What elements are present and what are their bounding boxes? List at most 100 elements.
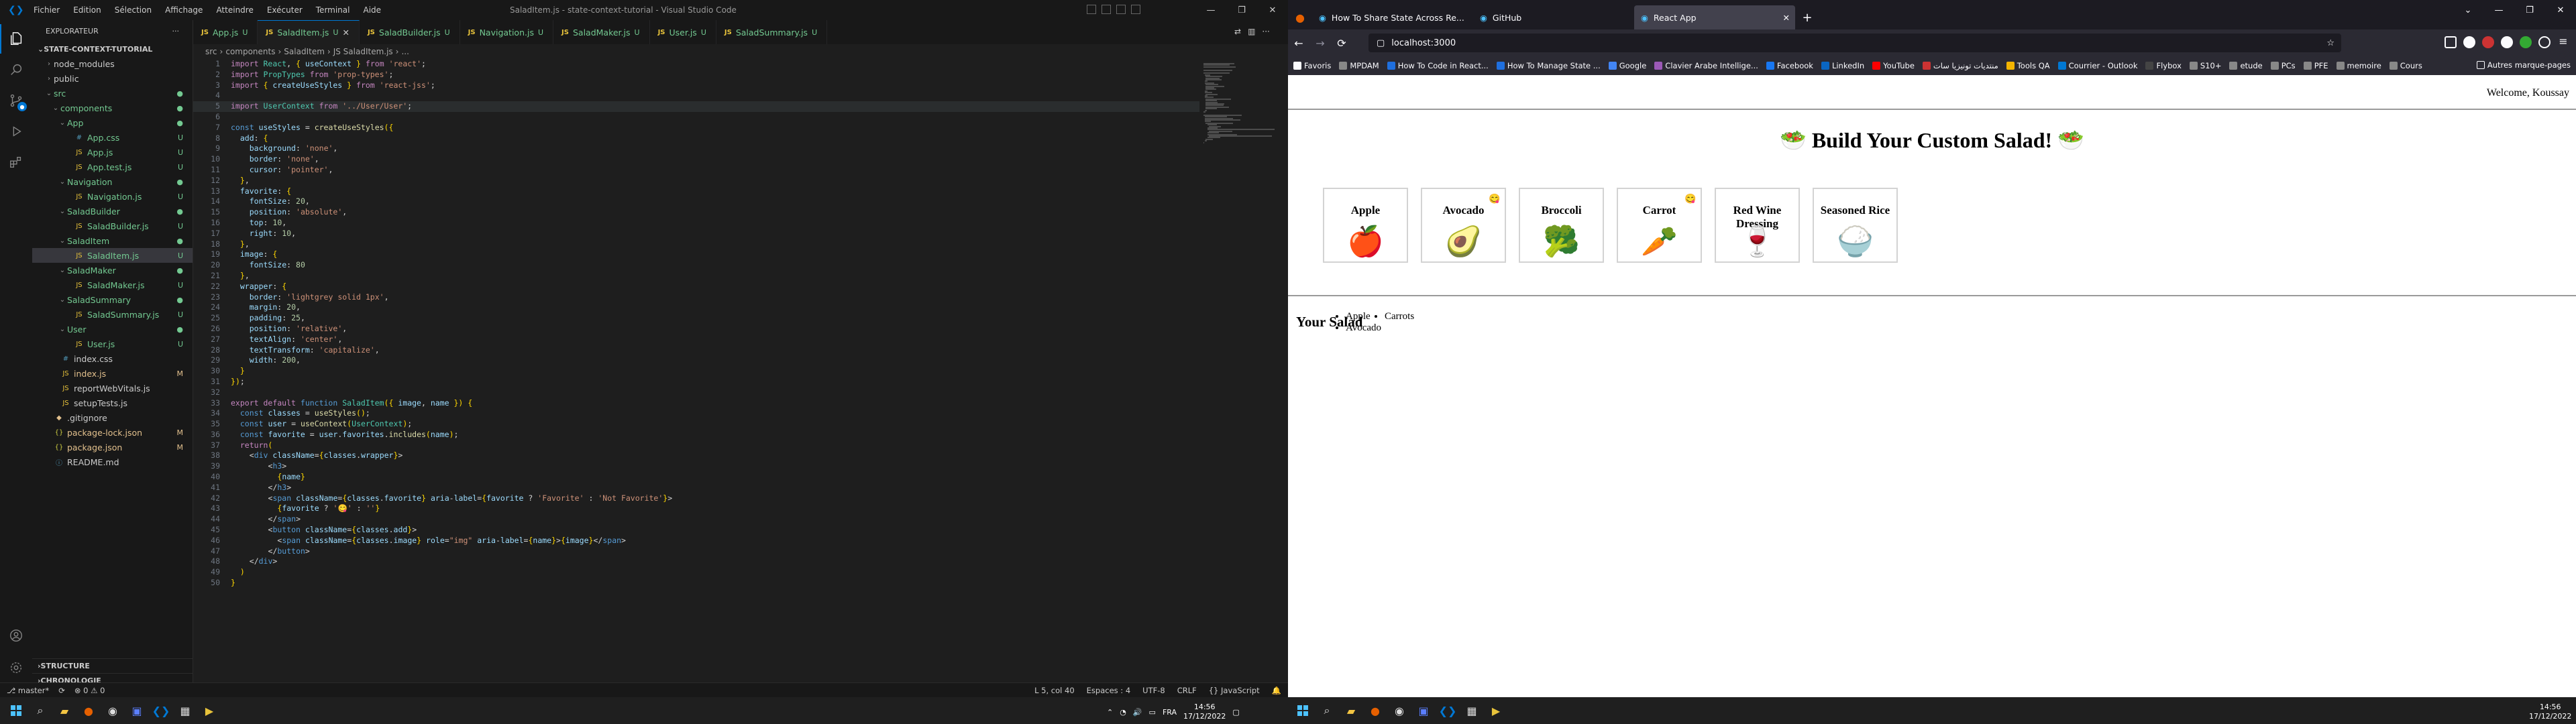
new-tab-button[interactable]: + [1795,5,1819,29]
bookmark-item[interactable]: Google [1608,61,1646,70]
tree-file[interactable]: JS SaladSummary.js U [32,307,193,322]
tree-folder[interactable]: ⌄ components ● [32,101,193,115]
add-item-button[interactable]: 🍚 [1837,225,1874,259]
encoding-status[interactable]: UTF-8 [1142,686,1165,695]
notifications-icon[interactable]: ▢ [1232,708,1239,717]
account-icon[interactable] [0,621,32,650]
wifi-icon[interactable]: ◔ [1120,708,1126,717]
clock[interactable]: 14:56 17/12/2022 [2529,703,2571,721]
minimize-icon[interactable]: — [1195,0,1226,20]
tree-file[interactable]: # App.css U [32,130,193,145]
app2-icon[interactable]: ▦ [173,699,197,723]
browser-tab[interactable]: ◉ React App ✕ [1634,5,1795,29]
menu-item[interactable]: Edition [66,5,108,15]
close-tab-icon[interactable]: ✕ [1783,13,1790,23]
firefox-view-icon[interactable]: ● [1288,5,1312,29]
tree-file[interactable]: JS SaladMaker.js U [32,278,193,292]
more-actions-icon[interactable]: ··· [1262,27,1269,36]
branch-status[interactable]: ⎇ master* [7,686,49,695]
restore-icon[interactable]: ❐ [2514,0,2545,20]
breadcrumb-item[interactable]: ... [401,47,409,56]
menu-icon[interactable]: ≡ [2557,36,2569,48]
editor-tab[interactable]: JS SaladSummary.js U [716,20,828,44]
add-item-button[interactable]: 🥦 [1543,225,1580,259]
search-icon[interactable] [0,55,32,84]
section-structure[interactable]: › STRUCTURE [32,658,193,673]
more-actions-icon[interactable]: ··· [172,27,180,36]
tree-file[interactable]: JS SaladBuilder.js U [32,219,193,233]
restore-icon[interactable]: ❐ [1226,0,1257,20]
menu-item[interactable]: Aide [356,5,388,15]
app2-icon[interactable]: ▦ [1460,699,1484,723]
tree-folder[interactable]: ⌄ src ● [32,86,193,101]
clock[interactable]: 14:56 17/12/2022 [1183,703,1226,721]
bookmark-item[interactable]: منتديات تونيزيا سات [1922,61,1998,70]
search-icon[interactable]: ⌕ [28,699,52,723]
browser-tab[interactable]: ◉ How To Share State Across Re... [1312,5,1473,29]
menu-item[interactable]: Exécuter [260,5,309,15]
tray-chevron-icon[interactable]: ⌃ [1107,708,1113,717]
explorer-icon[interactable] [0,24,32,54]
split-editor-icon[interactable]: ▥ [1248,27,1255,36]
app3-icon[interactable]: ▶ [1484,699,1508,723]
bookmark-item[interactable]: Tools QA [2006,61,2050,70]
tree-folder[interactable]: ⌄ SaladItem ● [32,233,193,248]
close-icon[interactable]: ✕ [1257,0,1288,20]
minimize-icon[interactable]: — [2483,0,2514,20]
steam-icon[interactable]: ◉ [101,699,125,723]
page-info-icon[interactable]: ▢ [1377,38,1385,48]
notifications-bell-icon[interactable]: 🔔 [1272,686,1281,695]
sync-icon[interactable]: ⟳ [58,686,65,695]
menu-item[interactable]: Affichage [158,5,209,15]
tree-folder[interactable]: › node_modules [32,56,193,71]
code-editor[interactable]: 1 import React, { useContext } from 'reac… [193,59,1199,682]
tree-file[interactable]: ◆ .gitignore [32,410,193,425]
tree-file[interactable]: {} package.json M [32,440,193,455]
breadcrumb-item[interactable]: components [225,47,275,56]
browser-tab[interactable]: ◉ GitHub [1473,5,1634,29]
pocket-icon[interactable] [2445,36,2457,48]
bookmark-item[interactable]: S10+ [2189,61,2221,70]
minimap[interactable] [1199,59,1280,682]
toggle-sidebar-icon[interactable] [1087,5,1096,14]
tree-file[interactable]: ⓘ README.md [32,455,193,469]
extension-white-icon[interactable] [2501,36,2513,48]
menu-item[interactable]: Atteindre [209,5,260,15]
menu-item[interactable]: Sélection [108,5,158,15]
customize-layout-icon[interactable] [1131,5,1140,14]
editor-tab[interactable]: JS SaladBuilder.js U [360,20,460,44]
editor-tab[interactable]: JS SaladMaker.js U [553,20,650,44]
bookmark-item[interactable]: Flybox [2145,61,2182,70]
vscode-icon[interactable]: ❮❯ [1436,699,1460,723]
url-bar[interactable]: ▢ localhost:3000 ☆ [1368,34,2341,52]
settings-gear-icon[interactable] [0,653,32,682]
tree-file[interactable]: JS App.js U [32,145,193,160]
bookmark-item[interactable]: Cours [2389,61,2422,70]
steam-icon[interactable]: ◉ [1387,699,1411,723]
language-status[interactable]: {} JavaScript [1209,686,1260,695]
breadcrumb-item[interactable]: SaladItem [284,47,325,56]
extension-red-icon[interactable] [2482,36,2494,48]
tree-file[interactable]: JS SaladItem.js U [32,248,193,263]
start-icon[interactable] [1291,699,1315,723]
bookmark-item[interactable]: YouTube [1872,61,1915,70]
tree-folder[interactable]: ⌄ SaladSummary ● [32,292,193,307]
tree-file[interactable]: JS Navigation.js U [32,189,193,204]
tree-file[interactable]: {} package-lock.json M [32,425,193,440]
tree-file[interactable]: JS App.test.js U [32,160,193,174]
back-icon[interactable]: ← [1288,32,1309,54]
tree-folder[interactable]: › public [32,71,193,86]
bookmark-item[interactable]: Clavier Arabe Intellige... [1654,61,1758,70]
workspace-root[interactable]: ⌄ STATE-CONTEXT-TUTORIAL [32,42,193,56]
tree-file[interactable]: JS setupTests.js [32,396,193,410]
firefox-icon[interactable]: ● [1363,699,1387,723]
extension-green-icon[interactable] [2520,36,2532,48]
cursor-position[interactable]: L 5, col 40 [1034,686,1075,695]
source-control-icon[interactable]: ● [0,86,32,115]
tree-folder[interactable]: ⌄ SaladBuilder ● [32,204,193,219]
tab-list-icon[interactable]: ⌄ [2453,0,2483,20]
app-icon[interactable]: ▣ [1411,699,1436,723]
bookmark-star-icon[interactable]: ☆ [2326,38,2334,48]
bookmark-item[interactable]: memoire [2336,61,2381,70]
bookmark-item[interactable]: Courrier - Outlook [2057,61,2137,70]
